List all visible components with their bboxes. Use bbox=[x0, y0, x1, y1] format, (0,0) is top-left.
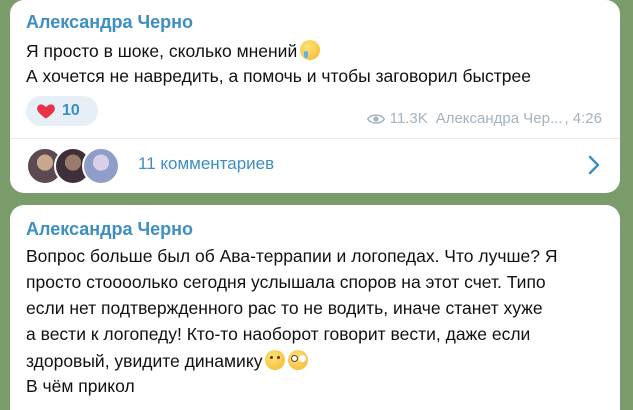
message-text: Я просто в шоке, сколько мнений bbox=[26, 41, 298, 61]
message-text-line-5: здоровый, увидите динамику bbox=[26, 350, 309, 372]
eye-icon bbox=[366, 113, 385, 124]
post-signature: Александра Чер... bbox=[435, 110, 563, 127]
crying-face-icon bbox=[300, 40, 321, 60]
heart-reaction-button[interactable]: 10 bbox=[26, 96, 98, 126]
view-count: 11.3K bbox=[389, 110, 428, 127]
message-text-line-2: А хочется не навредить, а помочь и чтобы… bbox=[26, 66, 532, 86]
heart-icon bbox=[37, 104, 55, 119]
chevron-right-icon[interactable] bbox=[588, 155, 600, 175]
message-author[interactable]: Александра Черно bbox=[26, 12, 193, 33]
commenter-avatars[interactable] bbox=[26, 147, 126, 185]
flushed-face-icon bbox=[288, 350, 309, 370]
message-meta: 11.3K Александра Чер..., 4:26 bbox=[366, 110, 602, 127]
message-text-line-1: Вопрос больше был об Ава-террапии и лого… bbox=[26, 246, 558, 266]
message-text-line-1: Я просто в шоке, сколько мнений bbox=[26, 40, 321, 62]
message-text-line-4: а вести к логопеду! Кто-то наоборот гово… bbox=[26, 324, 531, 344]
divider bbox=[10, 138, 620, 139]
message-text-line-6: В чём прикол bbox=[26, 376, 135, 396]
comments-link[interactable]: 11 комментариев bbox=[138, 154, 274, 174]
message-bubble-1[interactable]: Александра Черно Я просто в шоке, скольк… bbox=[10, 0, 620, 193]
message-text-line-3: если нет подтвержденного рас то не водит… bbox=[26, 298, 543, 318]
avatar bbox=[82, 147, 120, 185]
message-text-line-2: просто стоооолько сегодня услышала споро… bbox=[26, 272, 546, 292]
message-time: 4:26 bbox=[572, 110, 602, 127]
message-text: здоровый, увидите динамику bbox=[26, 351, 263, 371]
message-bubble-2[interactable]: Александра Черно Вопрос больше был об Ав… bbox=[10, 205, 620, 410]
reaction-count: 10 bbox=[62, 102, 80, 119]
message-author[interactable]: Александра Черно bbox=[26, 219, 193, 240]
side-eye-face-icon bbox=[265, 350, 286, 370]
